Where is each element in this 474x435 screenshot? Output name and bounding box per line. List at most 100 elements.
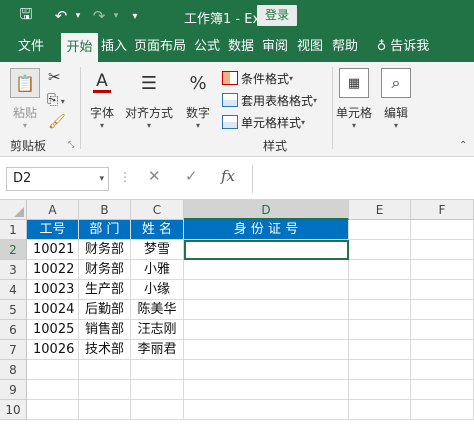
paste-button[interactable]: 📋 粘贴 ▾ <box>8 68 42 130</box>
cell-d8[interactable] <box>184 360 349 380</box>
cell-b1[interactable]: 部 门 <box>79 220 131 240</box>
cell-b10[interactable] <box>79 400 131 420</box>
cell-b7[interactable]: 技术部 <box>79 340 131 360</box>
cell-d5[interactable] <box>184 300 349 320</box>
row-header-10[interactable]: 10 <box>0 400 27 420</box>
name-box[interactable]: D2 ▾ <box>6 167 109 191</box>
conditional-format-button[interactable]: 条件格式 ▾ <box>222 67 293 89</box>
cell-b5[interactable]: 后勤部 <box>79 300 131 320</box>
dialog-launcher-icon[interactable]: ⤡ <box>68 140 74 150</box>
row-header-9[interactable]: 9 <box>0 380 27 400</box>
cell-f10[interactable] <box>411 400 474 420</box>
cell-b8[interactable] <box>79 360 131 380</box>
cell-e5[interactable] <box>349 300 411 320</box>
name-box-dropdown-icon[interactable]: ▾ <box>99 168 104 190</box>
tab-formulas[interactable]: 公式 <box>192 32 222 62</box>
cell-c10[interactable] <box>131 400 184 420</box>
cell-d2[interactable] <box>184 240 349 260</box>
tab-page-layout[interactable]: 页面布局 <box>132 32 188 62</box>
cell-e6[interactable] <box>349 320 411 340</box>
cell-a1[interactable]: 工号 <box>27 220 79 240</box>
cell-a8[interactable] <box>27 360 79 380</box>
cell-c6[interactable]: 汪志刚 <box>131 320 184 340</box>
cell-e4[interactable] <box>349 280 411 300</box>
cell-c9[interactable] <box>131 380 184 400</box>
cell-b6[interactable]: 销售部 <box>79 320 131 340</box>
cell-e8[interactable] <box>349 360 411 380</box>
save-icon[interactable]: 🖫 <box>14 0 38 32</box>
row-header-4[interactable]: 4 <box>0 280 27 300</box>
cell-a7[interactable]: 10026 <box>27 340 79 360</box>
cell-d3[interactable] <box>184 260 349 280</box>
cells-button[interactable]: ▦ 单元格 ▾ <box>334 68 374 130</box>
editing-button[interactable]: ⌕ 编辑 ▾ <box>378 68 414 130</box>
enter-icon[interactable]: ✓ <box>185 167 198 185</box>
undo-icon[interactable]: ↶ <box>50 0 72 32</box>
cell-f4[interactable] <box>411 280 474 300</box>
cell-d1[interactable]: 身 份 证 号 <box>184 220 349 240</box>
cell-f5[interactable] <box>411 300 474 320</box>
cell-a6[interactable]: 10025 <box>27 320 79 340</box>
row-header-7[interactable]: 7 <box>0 340 27 360</box>
cell-b2[interactable]: 财务部 <box>79 240 131 260</box>
format-as-table-button[interactable]: 套用表格格式 ▾ <box>222 89 317 111</box>
cell-a2[interactable]: 10021 <box>27 240 79 260</box>
copy-icon[interactable]: ⎘ ▾ <box>47 92 65 108</box>
cell-b3[interactable]: 财务部 <box>79 260 131 280</box>
cell-styles-button[interactable]: 单元格样式 ▾ <box>222 111 305 133</box>
cell-c2[interactable]: 梦雪 <box>131 240 184 260</box>
tab-view[interactable]: 视图 <box>294 32 326 62</box>
cell-c8[interactable] <box>131 360 184 380</box>
cell-a4[interactable]: 10023 <box>27 280 79 300</box>
row-header-5[interactable]: 5 <box>0 300 27 320</box>
alignment-button[interactable]: ☰ 对齐方式 ▾ <box>122 68 176 131</box>
cell-f3[interactable] <box>411 260 474 280</box>
login-button[interactable]: 登录 <box>257 5 297 26</box>
cell-b4[interactable]: 生产部 <box>79 280 131 300</box>
cell-a5[interactable]: 10024 <box>27 300 79 320</box>
cell-e2[interactable] <box>349 240 411 260</box>
cell-c7[interactable]: 李丽君 <box>131 340 184 360</box>
insert-function-icon[interactable]: fx <box>221 167 235 185</box>
tab-review[interactable]: 审阅 <box>259 32 291 62</box>
undo-dropdown-icon[interactable]: ▾ <box>72 0 84 32</box>
column-header-b[interactable]: B <box>79 200 131 220</box>
cell-d10[interactable] <box>184 400 349 420</box>
redo-icon[interactable]: ↷ <box>88 0 110 32</box>
cell-c4[interactable]: 小缘 <box>131 280 184 300</box>
cell-c3[interactable]: 小雅 <box>131 260 184 280</box>
cell-d9[interactable] <box>184 380 349 400</box>
row-header-6[interactable]: 6 <box>0 320 27 340</box>
column-header-c[interactable]: C <box>131 200 184 220</box>
cell-a9[interactable] <box>27 380 79 400</box>
cell-e3[interactable] <box>349 260 411 280</box>
cell-e1[interactable] <box>349 220 411 240</box>
tab-file[interactable]: 文件 <box>10 32 52 62</box>
cell-e9[interactable] <box>349 380 411 400</box>
row-header-3[interactable]: 3 <box>0 260 27 280</box>
cell-d6[interactable] <box>184 320 349 340</box>
cell-f2[interactable] <box>411 240 474 260</box>
column-header-d[interactable]: D <box>184 200 349 220</box>
redo-dropdown-icon[interactable]: ▾ <box>110 0 122 32</box>
splitter-dots-icon[interactable]: ⋮ <box>119 170 132 184</box>
cell-f7[interactable] <box>411 340 474 360</box>
column-header-f[interactable]: F <box>411 200 474 220</box>
collapse-ribbon-icon[interactable]: ⌃ <box>459 140 467 151</box>
column-header-a[interactable]: A <box>27 200 79 220</box>
tab-tell-me[interactable]: ♁ 告诉我 <box>368 32 438 62</box>
cell-c1[interactable]: 姓 名 <box>131 220 184 240</box>
cell-f1[interactable] <box>411 220 474 240</box>
row-header-1[interactable]: 1 <box>0 220 27 240</box>
select-all-button[interactable] <box>0 200 27 220</box>
tab-help[interactable]: 帮助 <box>329 32 361 62</box>
cell-a3[interactable]: 10022 <box>27 260 79 280</box>
cell-f9[interactable] <box>411 380 474 400</box>
column-header-e[interactable]: E <box>349 200 411 220</box>
cell-e10[interactable] <box>349 400 411 420</box>
cell-e7[interactable] <box>349 340 411 360</box>
cell-d7[interactable] <box>184 340 349 360</box>
tab-insert[interactable]: 插入 <box>99 32 129 62</box>
cell-b9[interactable] <box>79 380 131 400</box>
cell-f6[interactable] <box>411 320 474 340</box>
